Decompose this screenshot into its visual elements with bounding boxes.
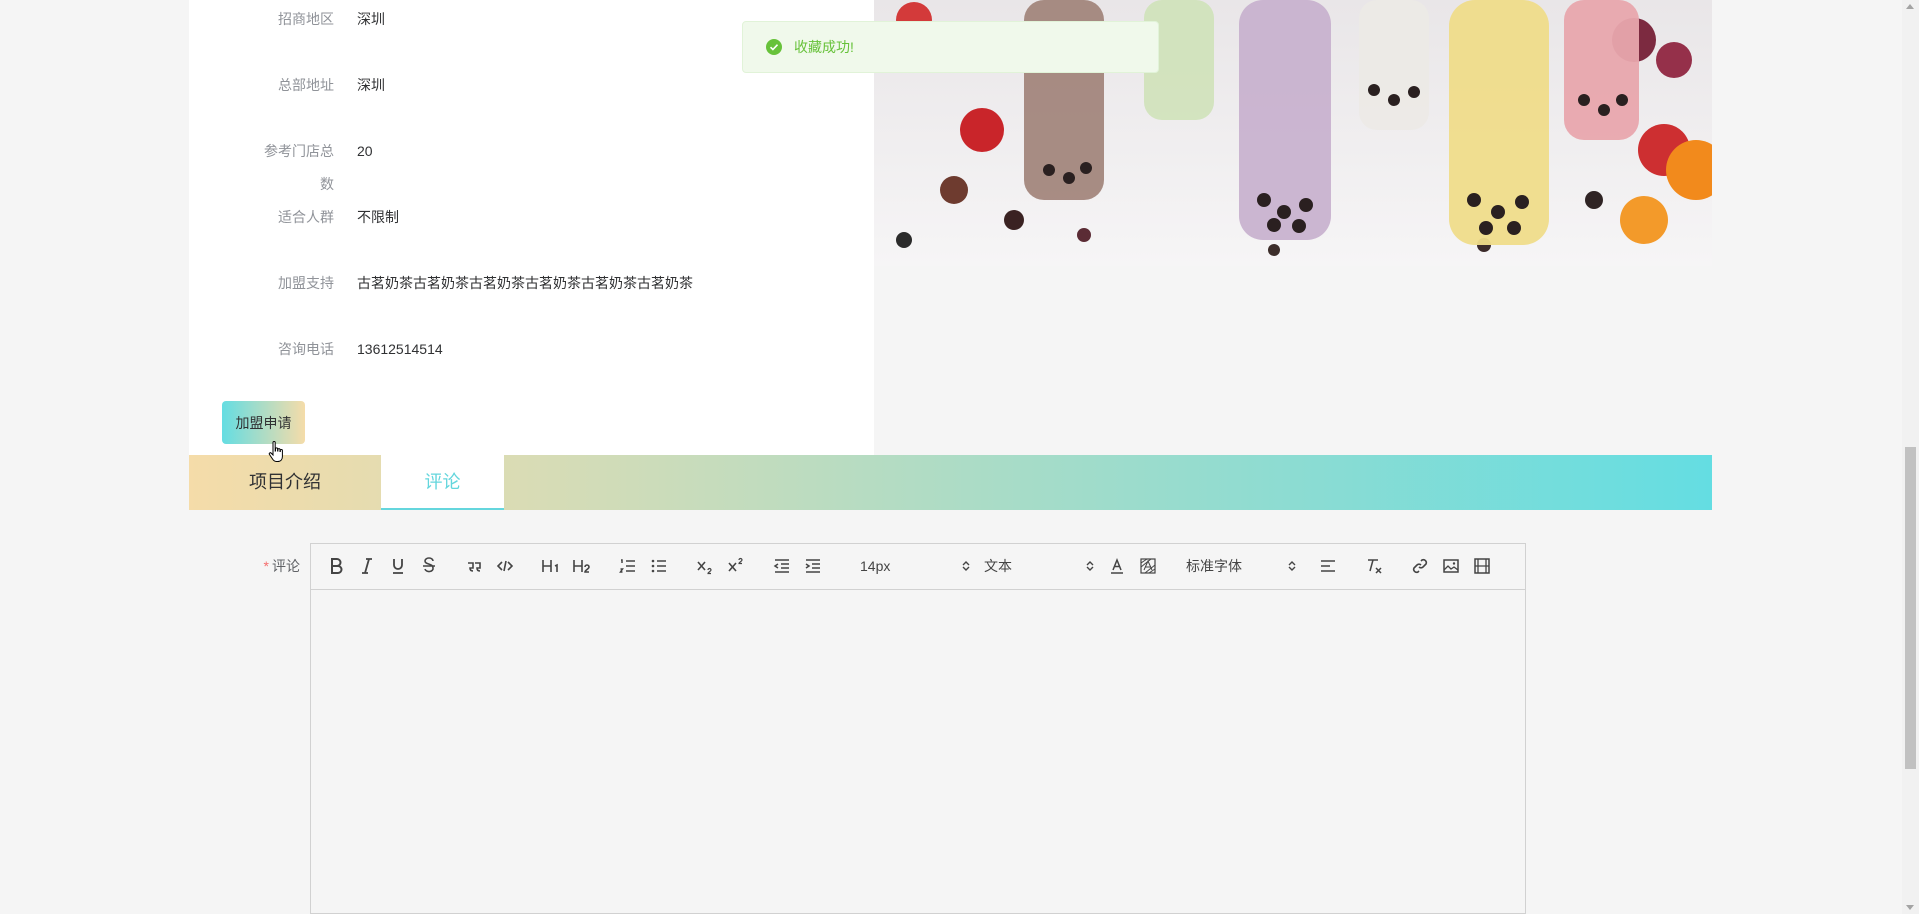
select-arrows-icon [1288,561,1296,571]
info-value: 深圳 [357,77,385,93]
info-value: 深圳 [357,11,385,27]
header-select[interactable]: 文本 [984,555,1094,577]
success-toast: 收藏成功! [742,21,1159,73]
comment-editor-content[interactable] [311,590,1525,913]
info-value: 20 [357,143,373,159]
code-block-icon[interactable] [494,555,516,577]
scroll-down-icon[interactable] [1906,905,1914,910]
tab-comment[interactable]: 评论 [381,455,504,510]
info-label: 参考门店总数 [264,143,334,192]
info-label: 招商地区 [278,11,334,27]
header-2-icon[interactable] [571,555,593,577]
page: 招商地区 深圳 总部地址 深圳 参考门店总数 20 适合人群 不限制 加盟支持 … [0,0,1919,914]
image-icon[interactable] [1440,555,1462,577]
underline-icon[interactable] [387,555,409,577]
blockquote-icon[interactable] [463,555,485,577]
clean-format-icon[interactable] [1363,555,1385,577]
scroll-thumb[interactable] [1905,447,1916,769]
indent-icon[interactable] [802,555,824,577]
toast-message: 收藏成功! [794,39,854,55]
superscript-icon[interactable] [725,555,747,577]
outdent-icon[interactable] [771,555,793,577]
info-value: 不限制 [357,209,399,225]
info-label: 总部地址 [278,77,334,93]
info-value: 13612514514 [357,341,443,357]
header-select-value: 文本 [984,558,1012,574]
font-family-value: 标准字体 [1186,558,1242,574]
font-size-select[interactable]: 14px [860,555,970,577]
font-size-value: 14px [860,558,891,574]
comment-label-text: 评论 [272,558,300,574]
align-icon[interactable] [1317,555,1339,577]
info-value: 古茗奶茶古茗奶茶古茗奶茶古茗奶茶古茗奶茶古茗奶茶 [357,275,693,291]
comment-label: * 评论 [200,554,300,578]
detail-tabs: 项目介绍 评论 [189,455,1712,510]
bullet-list-icon[interactable] [648,555,670,577]
font-color-icon[interactable] [1106,555,1128,577]
rich-text-editor: 14px 文本 标准字体 [310,543,1526,914]
info-label: 咨询电话 [278,341,334,357]
font-family-select[interactable]: 标准字体 [1186,555,1296,577]
background-color-icon[interactable] [1137,555,1159,577]
strike-icon[interactable] [418,555,440,577]
bold-icon[interactable] [325,555,347,577]
join-application-button[interactable]: 加盟申请 [222,401,305,444]
select-arrows-icon [962,561,970,571]
hand-pointer-icon [268,440,283,462]
select-arrows-icon [1086,561,1094,571]
info-label: 适合人群 [278,209,334,225]
editor-toolbar: 14px 文本 标准字体 [311,544,1525,590]
required-mark: * [263,558,269,574]
link-icon[interactable] [1409,555,1431,577]
scroll-up-icon[interactable] [1906,4,1914,9]
italic-icon[interactable] [356,555,378,577]
ordered-list-icon[interactable] [617,555,639,577]
header-1-icon[interactable] [540,555,562,577]
page-scrollbar[interactable] [1902,0,1919,914]
subscript-icon[interactable] [694,555,716,577]
video-icon[interactable] [1471,555,1493,577]
info-label: 加盟支持 [278,275,334,291]
success-check-icon [766,39,782,55]
